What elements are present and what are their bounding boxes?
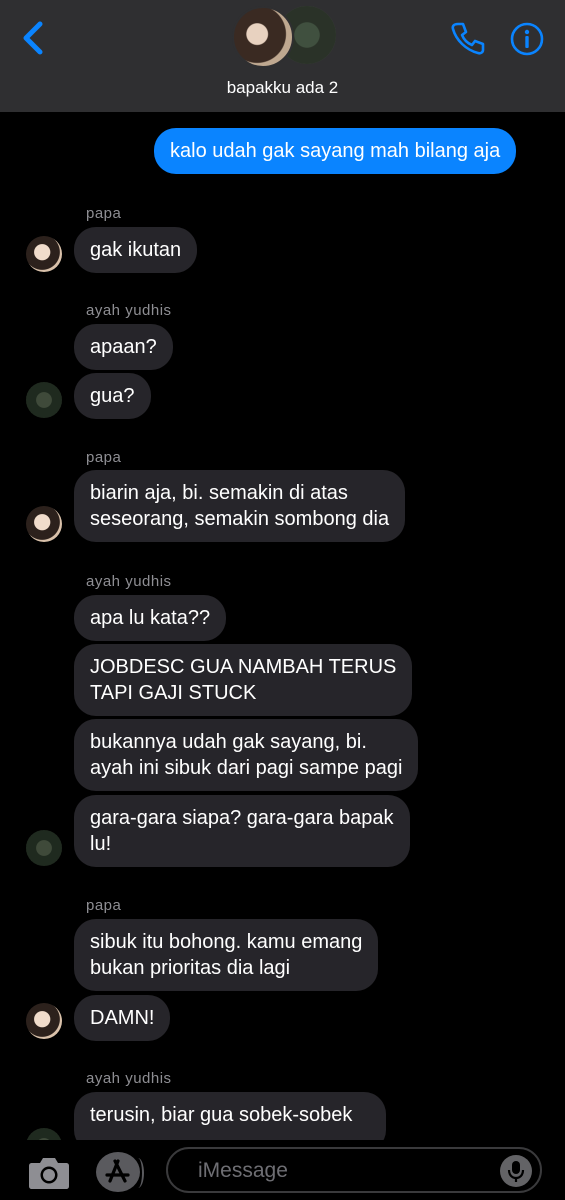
message-input-field[interactable] [166,1147,542,1193]
incoming-message[interactable]: gara-gara siapa? gara-gara bapak lu! [74,795,410,867]
back-button[interactable] [18,20,48,56]
microphone-button[interactable] [500,1155,532,1187]
avatar[interactable] [26,382,62,418]
message-composer [0,1140,565,1200]
avatar[interactable] [26,236,62,272]
incoming-message[interactable]: apa lu kata?? [74,595,227,641]
avatar [232,6,294,68]
call-button[interactable] [450,20,486,56]
incoming-message[interactable]: biarin aja, bi. semakin di atas seseoran… [74,470,406,542]
camera-button[interactable] [28,1154,70,1190]
chevron-left-icon [23,21,43,55]
camera-icon [29,1158,69,1189]
conversation-header: bapakku ada 2 [0,0,565,112]
sender-name: ayah yudhis [86,1070,172,1087]
phone-icon [451,22,485,55]
avatar[interactable] [26,506,62,542]
sender-name: papa [86,449,122,466]
app-store-button[interactable] [96,1152,144,1192]
avatar[interactable] [26,830,62,866]
app-store-icon [105,1159,130,1183]
sender-name: papa [86,205,122,222]
sender-name: ayah yudhis [86,573,172,590]
incoming-message[interactable]: sibuk itu bohong. kamu emang bukan prior… [74,919,379,991]
microphone-icon [507,1161,525,1182]
info-button[interactable] [510,22,544,56]
message-input[interactable] [196,1155,500,1187]
incoming-message[interactable]: JOBDESC GUA NAMBAH TERUS TAPI GAJI STUCK [74,644,413,716]
incoming-message[interactable]: gua? [74,373,151,419]
group-avatars[interactable] [232,6,336,68]
group-name[interactable]: bapakku ada 2 [0,78,565,98]
sender-name: papa [86,897,122,914]
incoming-message[interactable]: apaan? [74,324,173,370]
info-icon [510,22,544,56]
incoming-message[interactable]: bukannya udah gak sayang, bi. ayah ini s… [74,719,419,791]
sender-name: ayah yudhis [86,302,172,319]
avatar[interactable] [26,1003,62,1039]
incoming-message[interactable]: DAMN! [74,995,171,1041]
outgoing-message[interactable]: kalo udah gak sayang mah bilang aja [154,128,517,174]
incoming-message[interactable]: gak ikutan [74,227,198,273]
